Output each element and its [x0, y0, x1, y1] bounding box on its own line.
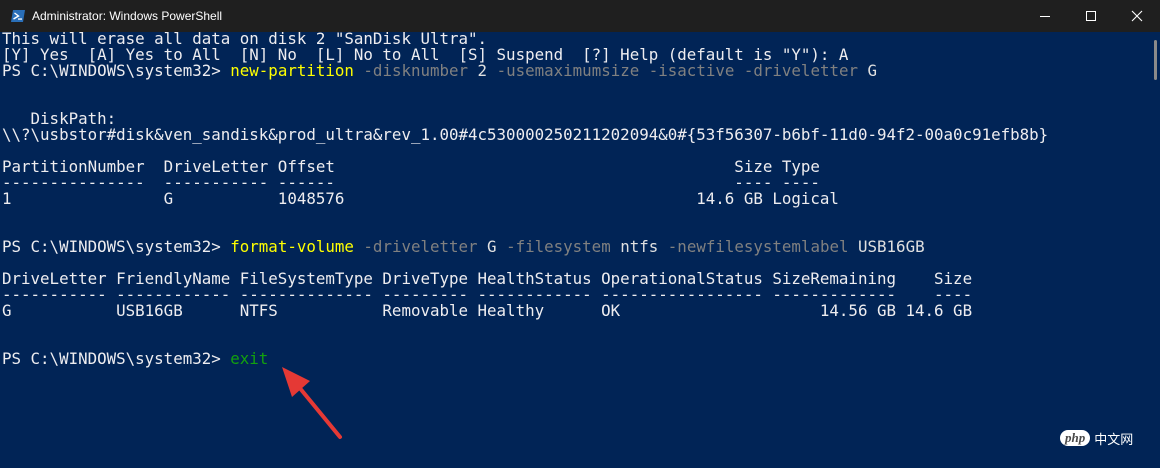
command-name: exit	[230, 349, 269, 368]
command-parameter: -driveletter	[734, 61, 858, 80]
output-line: 1 G 1048576 14.6 GB Logical	[2, 189, 839, 208]
powershell-icon	[11, 10, 25, 22]
maximize-icon	[1086, 11, 1096, 21]
command-name: format-volume	[230, 237, 354, 256]
output-line: G USB16GB NTFS Removable Healthy OK 14.5…	[2, 301, 973, 320]
scrollbar[interactable]	[1146, 32, 1160, 468]
command-argument: ntfs	[610, 237, 659, 256]
terminal-output[interactable]: This will erase all data on disk 2 "SanD…	[2, 31, 1147, 468]
command-argument: 2	[468, 61, 488, 80]
command-argument: G	[477, 237, 497, 256]
scrollbar-thumb[interactable]	[1154, 40, 1157, 80]
command-name: new-partition	[230, 61, 354, 80]
prompt-text: PS C:\WINDOWS\system32>	[2, 237, 231, 256]
watermark-logo: php	[1060, 430, 1091, 446]
close-button[interactable]	[1114, 0, 1160, 32]
watermark: php 中文网	[1060, 424, 1155, 452]
watermark-text: 中文网	[1094, 431, 1134, 447]
command-parameter: -usemaximumsize	[487, 61, 640, 80]
prompt-text: PS C:\WINDOWS\system32>	[2, 349, 231, 368]
maximize-button[interactable]	[1068, 0, 1114, 32]
minimize-icon	[1040, 16, 1050, 17]
window-title: Administrator: Windows PowerShell	[32, 9, 223, 23]
powershell-window: Administrator: Windows PowerShell This w…	[0, 0, 1160, 468]
prompt-text: PS C:\WINDOWS\system32>	[2, 61, 231, 80]
command-argument: G	[858, 61, 878, 80]
command-argument: USB16GB	[848, 237, 925, 256]
annotation-arrow-icon	[282, 367, 342, 439]
title-bar[interactable]: Administrator: Windows PowerShell	[0, 0, 1160, 32]
output-line: \\?\usbstor#disk&ven_sandisk&prod_ultra&…	[2, 125, 1049, 144]
command-line: PS C:\WINDOWS\system32> format-volume -d…	[2, 239, 1147, 255]
command-parameter: -newfilesystemlabel	[658, 237, 849, 256]
command-parameter: -isactive	[639, 61, 735, 80]
command-line: PS C:\WINDOWS\system32> exit	[2, 351, 1147, 367]
command-parameter: -disknumber	[353, 61, 469, 80]
command-parameter: -driveletter	[353, 237, 478, 256]
close-icon	[1131, 10, 1143, 22]
command-line: PS C:\WINDOWS\system32> new-partition -d…	[2, 63, 1147, 79]
command-parameter: -filesystem	[496, 237, 611, 256]
minimize-button[interactable]	[1022, 0, 1068, 32]
